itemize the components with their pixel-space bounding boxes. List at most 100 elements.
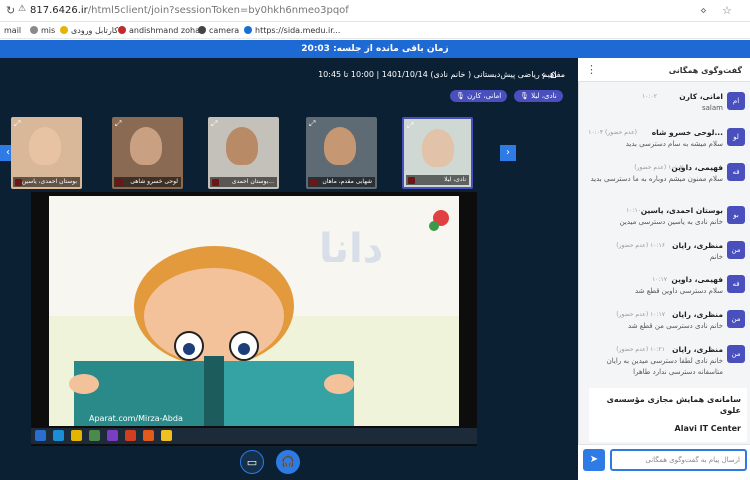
talking-indicator: 🎙 امانی، کارن <box>450 90 508 102</box>
info-subtitle: Alavi IT Center <box>674 424 741 433</box>
participant-name: بوستان احمدی، یاسین <box>13 177 80 187</box>
video-player-icon <box>125 430 136 441</box>
message-time: (عدم حضور) ۱۰:۱۶ <box>616 242 665 249</box>
avatar: من <box>727 345 745 363</box>
video-tile[interactable]: ⤢ لوحی خسرو شاهی <box>112 117 183 189</box>
info-card: سامانه‌ی همایش مجازی مؤسسه‌ی علوی Alavi … <box>589 388 747 442</box>
firefox-icon <box>143 430 154 441</box>
avatar: من <box>727 310 745 328</box>
expand-icon[interactable]: ⤢ <box>211 119 217 129</box>
bookmark-sida[interactable]: https://sida.medu.ir... <box>244 26 340 35</box>
bookmark-camera[interactable]: camera <box>198 26 239 35</box>
participant-name: نادی، لیلا <box>406 175 469 185</box>
participant-video <box>226 127 258 165</box>
camera-icon <box>198 26 206 34</box>
bookmarks-bar: mail mis کارتابل ورودی andishmand zoha c… <box>0 22 750 39</box>
video-tile[interactable]: ⤢ شهابی مقدم، ماهان <box>306 117 377 189</box>
message-time: (عدم حضور) ۱۰:۰۷ <box>634 164 683 171</box>
shared-taskbar <box>31 428 477 444</box>
kebab-menu-icon[interactable]: ⋮ <box>586 63 597 76</box>
expand-icon[interactable]: ⤢ <box>407 121 413 131</box>
sender-name: فهیمی، داوین <box>671 275 723 284</box>
send-icon: ➤ <box>589 454 599 465</box>
folder-icon <box>71 430 82 441</box>
bookmark-mail[interactable]: mail <box>4 26 21 35</box>
message-text: خانم نادی به یاسین دسترسی میدین <box>619 218 723 226</box>
globe-icon <box>244 26 252 34</box>
mis-icon <box>30 26 38 34</box>
video-tile-active[interactable]: ⤢ نادی، لیلا <box>402 117 473 189</box>
expand-icon[interactable]: ⤢ <box>115 119 121 129</box>
message-time: ۱۰:۱۷ <box>652 276 667 283</box>
address-field[interactable]: 817.6426.ir/html5client/join?sessionToke… <box>30 5 349 16</box>
browser-url-bar: ↻ ⚠ 817.6426.ir/html5client/join?session… <box>0 0 750 22</box>
sender-name: بوستان احمدی، یاسین <box>640 206 723 215</box>
talking-indicator: 🎙 نادی، لیلا <box>514 90 563 102</box>
sender-name: منظری، رایان <box>672 345 723 354</box>
extensions-icon[interactable]: ⋄ <box>700 4 707 17</box>
bookmark-cartable[interactable]: کارتابل ورودی <box>60 26 118 35</box>
sender-name: امانی، کارن <box>679 92 723 101</box>
message-text: سلام دسترسی داوین قطع شد <box>634 287 723 295</box>
site-icon <box>118 26 126 34</box>
avatar: بو <box>727 206 745 224</box>
chat-message: من منظری، رایان (عدم حضور) ۱۰:۲۱ خانم نا… <box>583 345 745 383</box>
app-icon <box>107 430 118 441</box>
windows-start-icon <box>35 430 46 441</box>
avatar: ام <box>727 92 745 110</box>
participant-video <box>29 127 61 165</box>
bookmark-mis[interactable]: mis <box>30 26 55 35</box>
chat-message: فه فهیمی، داوین (عدم حضور) ۱۰:۰۷ سلام مم… <box>583 163 745 197</box>
message-text: سلام میشه به سام دسترسی بدید <box>625 140 723 148</box>
sender-name: منظری، رایان <box>672 241 723 250</box>
message-time: (عدم حضور) ۱۰:۱۷ <box>616 311 665 318</box>
mic-icon: 🎙 <box>456 92 465 100</box>
avatar: فه <box>727 275 745 293</box>
avatar: لو <box>727 128 745 146</box>
ie-icon <box>53 430 64 441</box>
bookmark-andishmand[interactable]: andishmand zoha <box>118 26 200 35</box>
mic-icon: 🎙 <box>520 92 529 100</box>
video-tile[interactable]: ⤢ بوستان احمدی... <box>208 117 279 189</box>
participant-video <box>422 129 454 167</box>
chat-header: ⋮ گفت‌وگوی همگانی <box>578 58 750 82</box>
share-screen-button[interactable]: ▭ <box>240 450 264 474</box>
message-time: ۱۰:۱۰ <box>626 207 641 214</box>
cartoon-illustration <box>49 196 459 426</box>
expand-icon[interactable]: ⤢ <box>309 119 315 129</box>
expand-icon[interactable]: ⤢ <box>14 119 20 129</box>
message-text: سلام ممنون میشم دوباره به ما دسترسی بدید <box>590 175 724 183</box>
shared-slide: دانا Aparat.com/Mirza-Abda <box>49 196 459 426</box>
session-timer-bar: زمان باقی مانده از جلسه: 20:03 <box>0 40 750 58</box>
participant-name: لوحی خسرو شاهی <box>114 177 181 187</box>
audio-button[interactable]: 🎧 <box>276 450 300 474</box>
bookmark-star-icon[interactable]: ☆ <box>722 4 732 17</box>
message-time: (عدم حضور) ۱۰:۲۱ <box>616 346 665 353</box>
video-tile[interactable]: ⤢ بوستان احمدی، یاسین <box>11 117 82 189</box>
folder-icon <box>60 26 68 34</box>
reload-icon[interactable]: ↻ <box>6 4 15 17</box>
participant-video <box>130 127 162 165</box>
info-title: سامانه‌ی همایش مجازی مؤسسه‌ی علوی <box>606 395 741 415</box>
next-video-button[interactable]: › <box>500 145 516 161</box>
sender-name: لوحی خسرو شاه... <box>651 128 723 137</box>
chat-message: فه فهیمی، داوین ۱۰:۱۷ سلام دسترسی داوین … <box>583 275 745 305</box>
session-title: مفاهیم ریاضی پیش‌دبستانی ( خانم نادی) 14… <box>318 70 565 79</box>
url-path: /html5client/join?sessionToken=by0hkh6nm… <box>87 5 349 16</box>
sender-name: منظری، رایان <box>672 310 723 319</box>
chat-message: بو بوستان احمدی، یاسین ۱۰:۱۰ خانم نادی ب… <box>583 206 745 236</box>
slide-credit: Aparat.com/Mirza-Abda <box>89 414 183 423</box>
headphones-icon: 🎧 <box>281 455 295 468</box>
message-time: ۱۰:۰۲ <box>642 93 657 100</box>
chat-message: ام امانی، کارن ۱۰:۰۲ salam <box>583 92 745 122</box>
send-button[interactable]: ➤ <box>583 449 605 471</box>
chat-input[interactable]: ارسال پیام به گفت‌وگوی همگانی <box>610 449 747 471</box>
slide-watermark: دانا <box>319 226 384 272</box>
message-text: خانم نادی لطفا دسترسی میدین به رایان متا… <box>606 357 723 376</box>
media-icon <box>89 430 100 441</box>
message-text: salam <box>702 104 723 112</box>
chat-message: من منظری، رایان (عدم حضور) ۱۰:۱۶ خانم <box>583 241 745 271</box>
screen-off-icon: ▭ <box>246 456 258 469</box>
message-text: خانم <box>709 253 723 261</box>
not-secure-icon[interactable]: ⚠ <box>18 4 26 14</box>
